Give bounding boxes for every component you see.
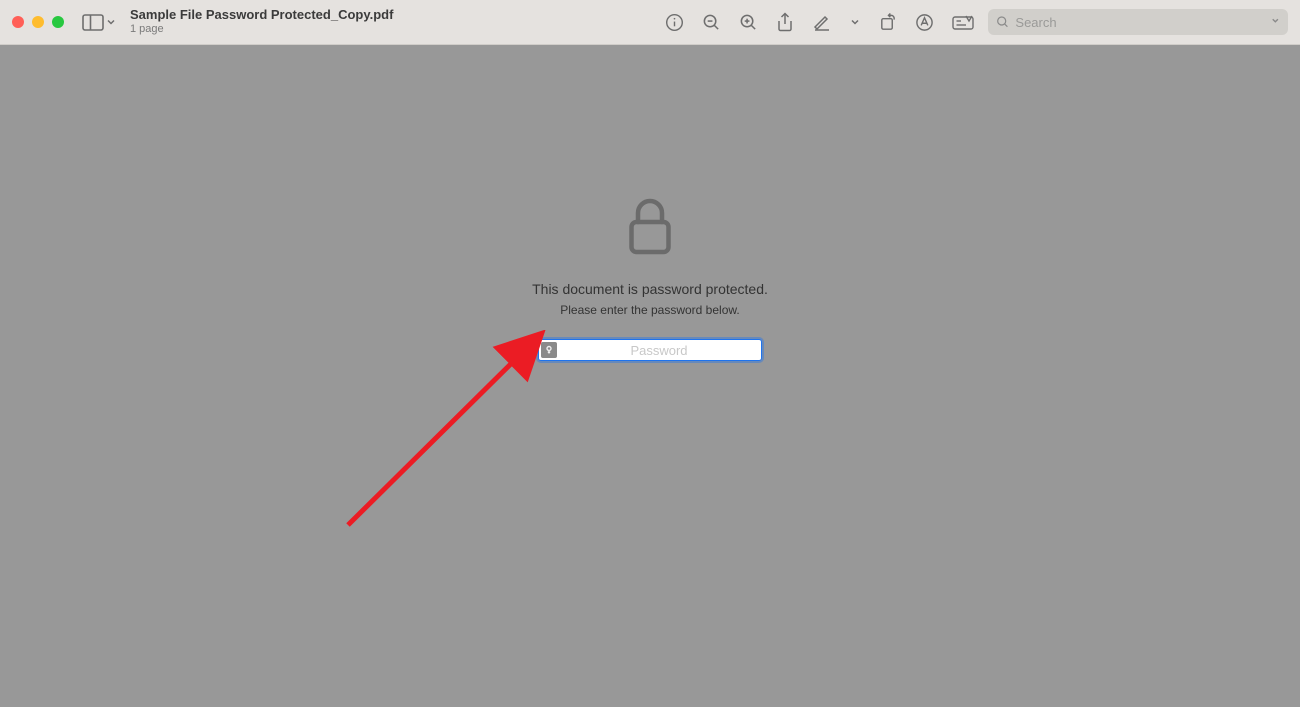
zoom-in-button[interactable] [739, 13, 758, 32]
window-controls [12, 16, 64, 28]
instruction-message: Please enter the password below. [560, 303, 739, 317]
search-field[interactable] [988, 9, 1288, 35]
markup-icon [915, 13, 934, 32]
sidebar-icon [82, 14, 104, 31]
chevron-down-icon [1271, 16, 1280, 25]
toolbar: Sample File Password Protected_Copy.pdf … [0, 0, 1300, 45]
share-icon [776, 12, 794, 33]
zoom-out-button[interactable] [702, 13, 721, 32]
password-prompt: This document is password protected. Ple… [532, 197, 768, 361]
document-title: Sample File Password Protected_Copy.pdf [130, 8, 393, 23]
search-input[interactable] [1015, 15, 1287, 30]
sidebar-toggle-button[interactable] [82, 14, 116, 31]
page-count-label: 1 page [130, 23, 393, 36]
toolbar-right-group [665, 12, 974, 33]
window-close-button[interactable] [12, 16, 24, 28]
highlight-icon [812, 12, 832, 32]
highlight-options-button[interactable] [850, 17, 860, 27]
search-icon [996, 15, 1009, 29]
password-field-wrap[interactable] [538, 339, 762, 361]
zoom-out-icon [702, 13, 721, 32]
chevron-down-icon [106, 17, 116, 27]
title-block: Sample File Password Protected_Copy.pdf … [130, 8, 393, 36]
document-viewport: This document is password protected. Ple… [0, 45, 1300, 707]
info-button[interactable] [665, 13, 684, 32]
form-icon [952, 13, 974, 31]
lock-icon [628, 197, 672, 255]
form-button[interactable] [952, 13, 974, 31]
highlight-button[interactable] [812, 12, 832, 32]
share-button[interactable] [776, 12, 794, 33]
rotate-button[interactable] [878, 13, 897, 32]
markup-button[interactable] [915, 13, 934, 32]
keychain-icon[interactable] [541, 342, 557, 358]
chevron-down-icon [850, 17, 860, 27]
info-icon [665, 13, 684, 32]
window-maximize-button[interactable] [52, 16, 64, 28]
window-minimize-button[interactable] [32, 16, 44, 28]
annotation-arrow [340, 330, 560, 530]
zoom-in-icon [739, 13, 758, 32]
protected-message: This document is password protected. [532, 281, 768, 297]
rotate-icon [878, 13, 897, 32]
password-input[interactable] [557, 340, 761, 360]
